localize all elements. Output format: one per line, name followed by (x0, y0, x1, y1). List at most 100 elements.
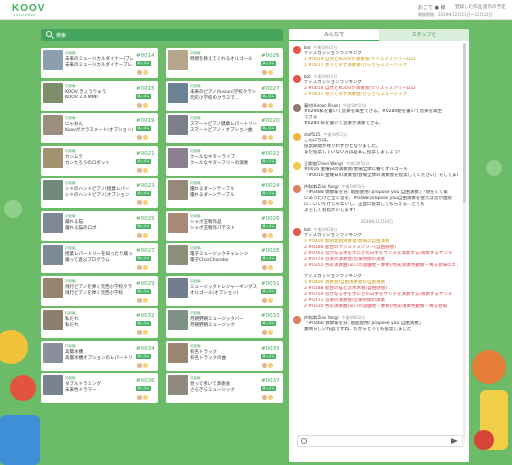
work-thumbnail[interactable] (43, 277, 63, 298)
decor-red-blob (10, 375, 36, 401)
work-card[interactable]: 初級編 飛行ピアノを弾く元西小学校クラ 飛行ピアノを弾く元西小学校 #0029 購入済み (41, 275, 158, 306)
avatar[interactable] (293, 162, 301, 170)
avatar (143, 70, 148, 75)
message-line: 「#0016 金曜日の演奏会/会場全体の演奏会を投票してください」そしてまたたけ… (304, 173, 458, 178)
message-input-bar[interactable] (297, 435, 463, 447)
avatar[interactable] (293, 104, 301, 112)
avatar (262, 297, 267, 303)
header-link-entries[interactable]: 登録した作品 (455, 4, 482, 10)
work-card[interactable]: 初級編 高層水槽 高層水槽オプションのレパートリー #0034 購入済み (41, 340, 158, 371)
avatar (137, 135, 142, 140)
work-card[interactable]: 初級編 未来のピアノ(fusion)学校クラシ 元町小学校のクラスで... #0027… (166, 80, 283, 111)
work-card[interactable]: 初級編 シャボ玉製作品 シャボ玉製作パテスト #0026 購入済み (166, 210, 283, 241)
avatar (268, 330, 273, 335)
avatar[interactable] (293, 133, 301, 141)
status-badge: 購入済み (261, 223, 276, 229)
message-body: 「#0488 偵察家を分: 助船使用/ propose you 自由演奏」「現在… (304, 190, 458, 214)
work-card[interactable]: 初級編 にゃおん Koovがクラスメート(オプション) #0019 購入済み (41, 113, 158, 143)
message-time: 午後5時58分 (313, 227, 338, 232)
work-card[interactable]: 初級編 クールなギターライブ クールなギターフリーの演奏 #0022 購入済み (166, 145, 283, 176)
avatar (137, 330, 142, 335)
work-card[interactable]: 初級編 見って歩いて演奏会 さらぎらミュージック #0037 購入済み (166, 373, 283, 403)
message-body: #0290私を書いて音楽を再生できる。#0280組を書いて音楽を再生 できる #02… (304, 109, 458, 127)
avatar[interactable] (293, 75, 301, 83)
work-thumbnail[interactable] (168, 115, 188, 135)
avatar (143, 167, 148, 173)
work-number: #0024 (261, 183, 280, 189)
work-thumbnail[interactable] (43, 212, 63, 233)
work-thumbnail[interactable] (168, 375, 188, 395)
avatar[interactable] (293, 46, 301, 54)
work-thumbnail[interactable] (43, 375, 63, 395)
work-card[interactable]: 初級編 有名トラック 有名トラックの曲 #0035 購入済み (166, 340, 283, 371)
work-thumbnail[interactable] (43, 342, 63, 363)
work-thumbnail[interactable] (168, 147, 188, 168)
work-subtitle: シドのハンドピアノ(オプション (65, 193, 130, 198)
work-thumbnail[interactable] (43, 82, 63, 103)
avatar[interactable] (293, 316, 301, 324)
avatar (268, 200, 273, 205)
work-number: #0015 (136, 85, 155, 92)
scrollbar-thumb[interactable] (463, 43, 466, 203)
status-badge: 購入済み (261, 288, 276, 294)
avatar (268, 362, 273, 368)
emoji-icon[interactable] (301, 438, 307, 444)
logo-subtitle: CHALLENGE (13, 13, 36, 17)
work-thumbnail[interactable] (43, 50, 63, 70)
work-title[interactable]: 時間を教えてくれるオルゴール (190, 56, 258, 62)
tab-everyone[interactable]: みんなで (289, 29, 379, 41)
status-badge: 購入済み (136, 158, 151, 164)
work-card[interactable]: 初級編 優れるダーンテーブル 優れるダーンテーブル #0024 購入済み (166, 178, 283, 208)
work-thumbnail[interactable] (43, 310, 63, 330)
work-number: #0029 (136, 280, 155, 287)
user-name[interactable]: おこて ● 様 (418, 4, 446, 11)
work-thumbnail[interactable] (43, 180, 63, 200)
work-card[interactable]: 初級編 私だれ 私だれ #0032 購入済み (41, 308, 158, 338)
header-link-schedule[interactable]: 提示の予定 (483, 4, 506, 10)
work-thumbnail[interactable] (168, 82, 188, 103)
work-number: #0026 (261, 215, 280, 222)
work-card[interactable]: 初級編 踊れる猫 踊れる猫のロボ #0025 購入済み (41, 210, 158, 241)
work-thumbnail[interactable] (168, 310, 188, 330)
status-badge: 購入済み (261, 126, 276, 131)
work-thumbnail[interactable] (168, 50, 188, 70)
work-card[interactable]: 初級編 電子ミュージックチャレンジ 電子ChorChorobo #0028 購入済み (166, 243, 283, 273)
message-line: よろしくおねがいします! (304, 208, 356, 213)
tab-staff[interactable]: スタッフと (379, 29, 469, 41)
avatar (262, 167, 267, 173)
work-card[interactable]: 初級編 未来のミュージカルダイナー(ブレー 未来のミュージカルダイナーブレ... #0… (41, 48, 158, 78)
search-bar[interactable]: 検索 (41, 29, 283, 41)
chat-panel: みんなで スタッフと bot 午後5時45分 ディスカッションランキング 1 #001… (289, 29, 469, 462)
work-card[interactable]: 初級編 時間を教えてくれるオルゴール #0026 購入済み (166, 48, 283, 78)
work-subtitle: KOOV 2.0 MINI (65, 94, 98, 100)
author-name: 衿和津(Zian Yang) (304, 184, 339, 189)
message-time: 午後5時54分 (346, 161, 370, 166)
avatar[interactable] (293, 185, 301, 193)
work-card[interactable]: 初級編 KOOV きょうりゅう KOOV 2.0 MINI #0015 購入済み (41, 80, 158, 111)
work-thumbnail[interactable] (168, 342, 188, 363)
work-thumbnail[interactable] (43, 147, 63, 168)
work-thumbnail[interactable] (43, 245, 63, 265)
message-time: 午後5時50分 (343, 103, 367, 108)
avatar[interactable] (293, 228, 301, 236)
work-number: #0020 (261, 118, 280, 124)
send-icon[interactable] (451, 438, 458, 444)
work-card[interactable]: 初級編 月朝野朝ミュージックバー 月朝野朝ミュージック #0033 購入済み (166, 308, 283, 338)
work-thumbnail[interactable] (168, 245, 188, 265)
work-card[interactable]: 初級編 ダブルドラミング 未来色ドラマー #0036 購入済み (41, 373, 158, 403)
work-card[interactable]: 初級編 ミュージックトレジャーギングス オルゴール(オプション) #0031 購入済み (166, 275, 283, 306)
avatar (262, 330, 267, 335)
work-thumbnail[interactable] (168, 180, 188, 200)
work-number: #0037 (261, 378, 280, 384)
work-thumbnail[interactable] (168, 212, 188, 233)
work-card[interactable]: 初級編 スマートピアノ健康レパートリー スマートピアノ・オプション曲 #0020 購入済… (166, 113, 283, 143)
status-badge: 購入済み (136, 93, 151, 99)
work-card[interactable]: 初級編 授業レパートリーを知ったり踊っ 踊って遊ぶプログラム #0027 購入済み (41, 243, 158, 273)
message-list: bot 午後5時45分 ディスカッションランキング 1 #0018 自然とKOOVが演… (289, 43, 469, 438)
work-thumbnail[interactable] (43, 115, 63, 135)
work-thumbnail[interactable] (168, 277, 188, 298)
work-card[interactable]: 初級編 シドのハンドピアノ(授業レパー シドのハンドピアノ(オプション #0023 購入… (41, 178, 158, 208)
work-card[interactable]: 初級編 カンムラ カンたろうのロボット #0021 購入済み (41, 145, 158, 176)
message-scrollbar[interactable] (463, 43, 466, 438)
decor-light-blob-right (486, 160, 502, 176)
